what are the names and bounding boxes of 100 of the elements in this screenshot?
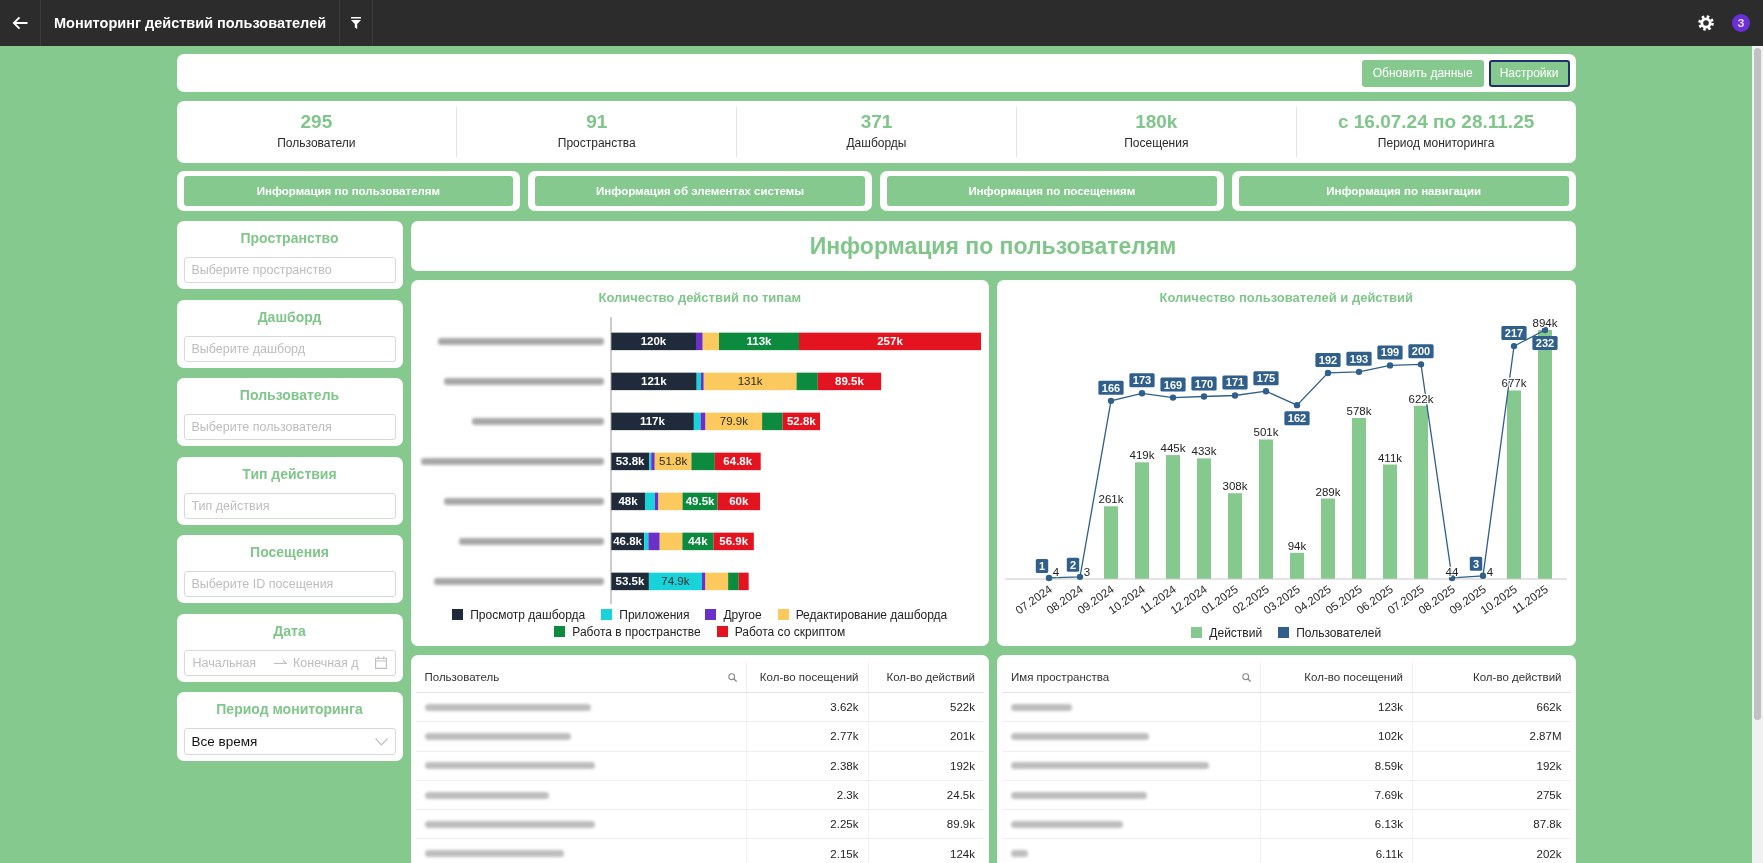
bar-segment: 131k [703,372,797,391]
bar-segment: 56.9k [713,532,754,551]
value-label: 411k [1377,451,1403,464]
select-field[interactable]: Выберите пользователя [183,414,396,440]
value-label: 2 [1066,557,1080,572]
data-point [1324,369,1332,377]
data-label: 113k [746,335,772,348]
table-cell: 202k [1413,839,1571,863]
table-cell: 2.87M [1413,722,1571,752]
kpi-value: 180k [1135,111,1178,133]
end-date-input[interactable]: Конечная д [293,652,369,673]
bar-segment: 79.9k [705,412,762,431]
data-point [1510,342,1518,350]
settings-icon[interactable] [1698,15,1714,31]
date-range-field[interactable]: Начальная Конечная д [183,649,396,676]
value-label: 217 [1501,326,1527,341]
value-label: 4 [1052,566,1060,578]
kpi-value: 295 [300,111,333,133]
kpi-label: Пространства [557,136,636,150]
bar-segment: 46.8k [610,532,644,551]
nav-button[interactable]: Информация по посещениям [887,176,1217,206]
data-point [1479,572,1487,579]
table-cell: 8.59k [1261,751,1413,781]
value-label: 171 [1222,375,1248,390]
kpi-label: Дашборды [846,136,907,150]
select-field[interactable]: Тип действия [183,492,396,519]
data-label: 257k [876,335,903,348]
legend-label: Редактирование дашборда [795,607,948,622]
filter-title: Дата [272,621,307,640]
bar-segment: 117k [610,412,694,431]
value-label: 169 [1160,377,1186,392]
value-label: 3 [1083,566,1091,578]
bar-segment: 44k [681,532,714,551]
search-icon[interactable] [1242,672,1251,682]
legend-label: Работа в пространстве [572,624,701,639]
select-field[interactable]: Выберите ID посещения [183,571,396,597]
data-point [1138,390,1146,397]
bar-segment: 60k [717,492,760,511]
value-label: 501k [1253,426,1279,439]
value-label: 173 [1129,373,1155,388]
table-cell: 102k [1261,722,1413,752]
filter-title: Дашборд [256,307,323,326]
filter-icon[interactable] [351,17,362,29]
scrollbar-thumb[interactable] [1754,48,1761,720]
user-avatar[interactable]: З [1732,14,1750,32]
bar-segment [761,412,783,431]
select-field[interactable]: Выберите пространство [183,257,396,283]
data-point [1262,388,1270,395]
column-header: Кол-во действий [886,671,975,683]
nav-button[interactable]: Информация по пользователям [183,176,514,206]
data-label: 44k [687,535,708,548]
bar-segment: 257k [798,332,981,351]
legend-label: Работа со скриптом [734,624,846,639]
table-cell: 2.25k [746,810,869,840]
start-date-input[interactable]: Начальная [192,652,268,673]
bar-segment: 74.9k [648,572,702,591]
value-label: 4 [1486,566,1494,578]
blurred-name-placeholder [1011,850,1028,858]
bar-segment: 53.8k [610,452,649,471]
kpi-label: Период мониторинга [1377,136,1495,150]
bar-segment [690,452,715,471]
nav-button[interactable]: Информация по навигации [1238,176,1569,206]
value-label: 199 [1377,345,1403,360]
search-icon[interactable] [727,672,737,682]
dropdown[interactable]: Все время [183,728,396,755]
value-label: 193 [1346,351,1372,366]
data-label: 53.5k [615,575,645,588]
filter-title: Тип действия [241,464,338,483]
kpi-label: Пользователи [277,136,356,150]
column-header: Имя пространства [1011,671,1110,683]
table-cell: 2.15k [746,839,869,863]
kpi-value: с 16.07.24 по 28.11.25 [1337,111,1535,133]
table-cell: 2.77k [746,722,869,752]
data-point [1293,401,1301,409]
bar-segment: 121k [610,372,697,391]
data-label: 51.8k [658,455,687,468]
toolbar-button[interactable]: Обновить данные [1361,59,1484,87]
table-cell: 6.13k [1261,810,1413,840]
data-label: 74.9k [660,575,690,588]
data-point [1076,573,1084,581]
legend-label: Приложения [619,607,690,622]
section-title: Информация по пользователям [809,232,1177,260]
calendar-icon [374,656,387,669]
chart-title: Количество пользователей и действий [1158,289,1414,307]
nav-button[interactable]: Информация об элементах системы [535,176,865,206]
scrollbar-track[interactable] [1752,46,1763,863]
legend-label: Пользователей [1296,625,1382,640]
data-label: 48k [617,495,638,508]
back-arrow-icon[interactable] [12,16,28,30]
chevron-down-icon [374,737,388,746]
value-label: 419k [1129,449,1155,462]
filter-title: Пользователь [238,386,341,404]
value-label: 232 [1532,336,1558,350]
bar-segment: 51.8k [654,452,691,471]
value-label: 3 [1469,556,1483,571]
value-label: 175 [1253,371,1279,386]
column-header: Кол-во действий [1473,671,1562,683]
filter-title: Период мониторинга [215,700,364,718]
select-field[interactable]: Выберите дашборд [183,335,396,362]
toolbar-button[interactable]: Настройки [1488,59,1570,87]
